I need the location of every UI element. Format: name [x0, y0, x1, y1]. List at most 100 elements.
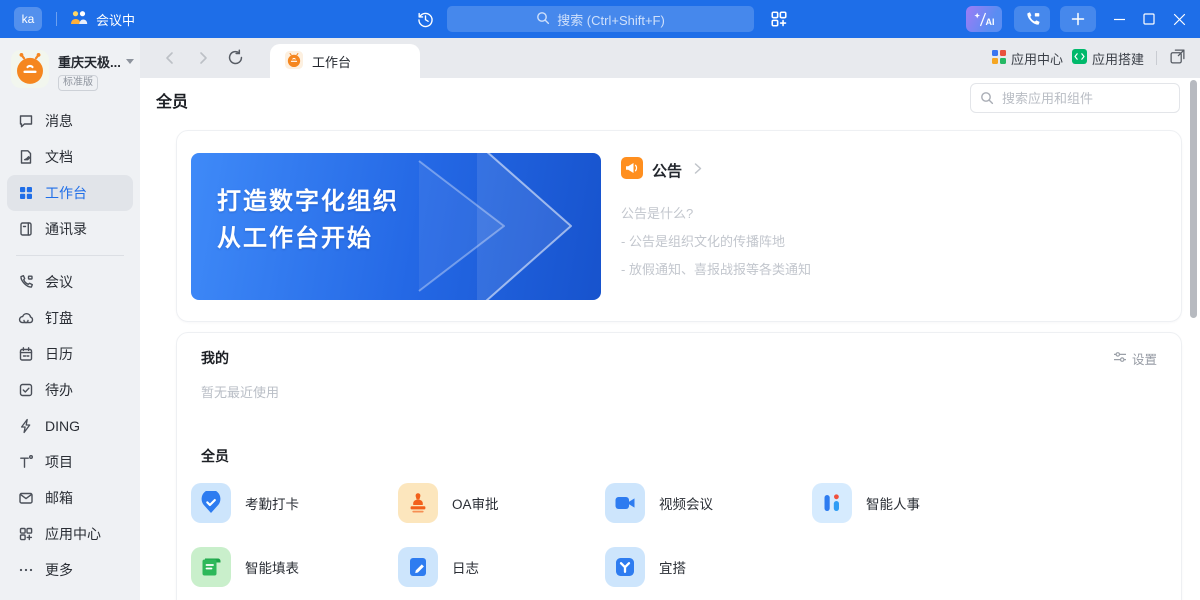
- sidebar-item-messages[interactable]: 消息: [7, 103, 133, 139]
- sidebar-item-project[interactable]: 项目: [7, 444, 133, 480]
- recent-empty-text: 暂无最近使用: [201, 382, 279, 401]
- settings-label: 设置: [1132, 349, 1157, 368]
- app-build-label: 应用搭建: [1092, 49, 1144, 68]
- sidebar-item-meeting[interactable]: 会议: [7, 264, 133, 300]
- sidebar-item-label: 应用中心: [45, 524, 101, 544]
- app-attendance[interactable]: 考勤打卡: [191, 471, 398, 535]
- sidebar-item-calendar[interactable]: 日历: [7, 336, 133, 372]
- apps-icon: [18, 526, 34, 542]
- chevron-right-icon: [691, 162, 704, 180]
- tabstrip-divider: [1156, 51, 1157, 65]
- sidebar: 重庆天极... 标准版 消息文档工作台通讯录会议钉盘日历待办 DING 项目邮箱应用…: [0, 38, 140, 600]
- nav-back-icon[interactable]: [162, 50, 178, 71]
- sidebar-item-appcenter[interactable]: 应用中心: [7, 516, 133, 552]
- app-hr[interactable]: 智能人事: [812, 471, 1019, 535]
- announcement-bullet: - 放假通知、喜报战报等各类通知: [621, 259, 811, 278]
- workbench-grid-icon[interactable]: [770, 10, 788, 33]
- banner-line1: 打造数字化组织: [217, 183, 399, 220]
- wing-graphic: [399, 153, 601, 300]
- minimize-button[interactable]: [1104, 0, 1134, 38]
- meeting-status-label: 会议中: [96, 10, 135, 29]
- announcement-header[interactable]: 公告: [621, 157, 811, 184]
- banner-text: 打造数字化组织 从工作台开始: [217, 183, 399, 257]
- grid-icon: [18, 185, 34, 201]
- banner-line2: 从工作台开始: [217, 220, 399, 257]
- app-label: 宜搭: [659, 557, 686, 577]
- bolt-icon: [18, 418, 34, 434]
- sidebar-menu: 消息文档工作台通讯录会议钉盘日历待办 DING 项目邮箱应用中心更多: [0, 103, 140, 588]
- add-button[interactable]: [1060, 6, 1096, 32]
- close-button[interactable]: [1164, 0, 1194, 38]
- nav-forward-icon[interactable]: [195, 50, 211, 71]
- app-label: 智能人事: [866, 493, 920, 513]
- app-log[interactable]: 日志: [398, 535, 605, 599]
- scrollbar-thumb[interactable]: [1190, 80, 1197, 318]
- app-search-input[interactable]: [970, 83, 1180, 113]
- app-form[interactable]: 智能填表: [191, 535, 398, 599]
- sidebar-item-mail[interactable]: 邮箱: [7, 480, 133, 516]
- main-area: 工作台 应用中心 应用搭建 全员: [140, 38, 1200, 600]
- sidebar-item-todo[interactable]: 待办: [7, 372, 133, 408]
- megaphone-icon: [621, 157, 643, 184]
- maximize-button[interactable]: [1134, 0, 1164, 38]
- announcement-section: 公告 公告是什么? - 公告是组织文化的传播阵地 - 放假通知、喜报战报等各类通…: [621, 157, 811, 278]
- app-search: [970, 83, 1180, 113]
- titlebar-divider: [56, 12, 57, 26]
- project-icon: [18, 454, 34, 470]
- app-label: 智能填表: [245, 557, 299, 577]
- page-title: 全员: [156, 88, 188, 112]
- sidebar-item-more[interactable]: 更多: [7, 552, 133, 588]
- sidebar-item-label: DING: [45, 418, 80, 434]
- chat-icon: [18, 113, 34, 129]
- global-search-input[interactable]: 搜索 (Ctrl+Shift+F): [447, 6, 754, 32]
- sidebar-item-workbench[interactable]: 工作台: [7, 175, 133, 211]
- dingtalk-tab-icon: [285, 51, 303, 72]
- sidebar-item-label: 消息: [45, 111, 73, 131]
- announcement-question: 公告是什么?: [621, 203, 811, 222]
- org-meta: 重庆天极... 标准版: [58, 50, 134, 91]
- ai-button-label: AI: [986, 17, 995, 27]
- app-approval[interactable]: OA审批: [398, 471, 605, 535]
- app-video[interactable]: 视频会议: [605, 471, 812, 535]
- sidebar-item-label: 项目: [45, 452, 73, 472]
- app-center-link[interactable]: 应用中心: [992, 49, 1063, 68]
- more-icon: [18, 562, 34, 578]
- sidebar-item-label: 钉盘: [45, 308, 73, 328]
- org-edition-badge: 标准版: [58, 75, 98, 91]
- app-grid: 考勤打卡OA审批视频会议 智能人事智能填表 日志 宜搭: [191, 471, 1176, 599]
- sidebar-item-drive[interactable]: 钉盘: [7, 300, 133, 336]
- refresh-icon[interactable]: [227, 49, 244, 71]
- meeting-status[interactable]: 会议中: [70, 0, 135, 38]
- search-icon: [536, 11, 550, 28]
- approval-icon: [398, 483, 438, 523]
- cloud-icon: [18, 310, 34, 326]
- tab-workbench[interactable]: 工作台: [270, 44, 420, 78]
- tab-workbench-label: 工作台: [312, 52, 351, 71]
- workbench-content: 全员 打造数字化组织 从工作台开始 公告: [140, 78, 1200, 600]
- sidebar-item-contacts[interactable]: 通讯录: [7, 211, 133, 247]
- app-center-label: 应用中心: [1011, 49, 1063, 68]
- sidebar-item-docs[interactable]: 文档: [7, 139, 133, 175]
- org-switcher[interactable]: 重庆天极... 标准版: [0, 46, 140, 103]
- open-window-icon[interactable]: [1169, 48, 1186, 68]
- app-build-link[interactable]: 应用搭建: [1072, 49, 1144, 68]
- ai-assistant-button[interactable]: AI: [966, 6, 1002, 32]
- org-name: 重庆天极...: [58, 52, 121, 71]
- tab-strip: 工作台 应用中心 应用搭建: [140, 38, 1200, 78]
- search-icon: [980, 91, 994, 110]
- history-icon[interactable]: [416, 10, 435, 34]
- app-yida[interactable]: 宜搭: [605, 535, 812, 599]
- settings-link[interactable]: 设置: [1113, 349, 1157, 368]
- workbench-banner[interactable]: 打造数字化组织 从工作台开始: [191, 153, 601, 300]
- meeting-people-icon: [70, 10, 89, 28]
- call-button[interactable]: [1014, 6, 1050, 32]
- app-logo[interactable]: ka: [14, 7, 42, 31]
- sidebar-item-ding[interactable]: DING: [7, 408, 133, 444]
- mail-icon: [18, 490, 34, 506]
- yida-icon: [605, 547, 645, 587]
- calendar-icon: [18, 346, 34, 362]
- sidebar-item-label: 更多: [45, 560, 73, 580]
- org-avatar: [11, 50, 49, 88]
- attendance-icon: [191, 483, 231, 523]
- announcement-title: 公告: [652, 160, 682, 181]
